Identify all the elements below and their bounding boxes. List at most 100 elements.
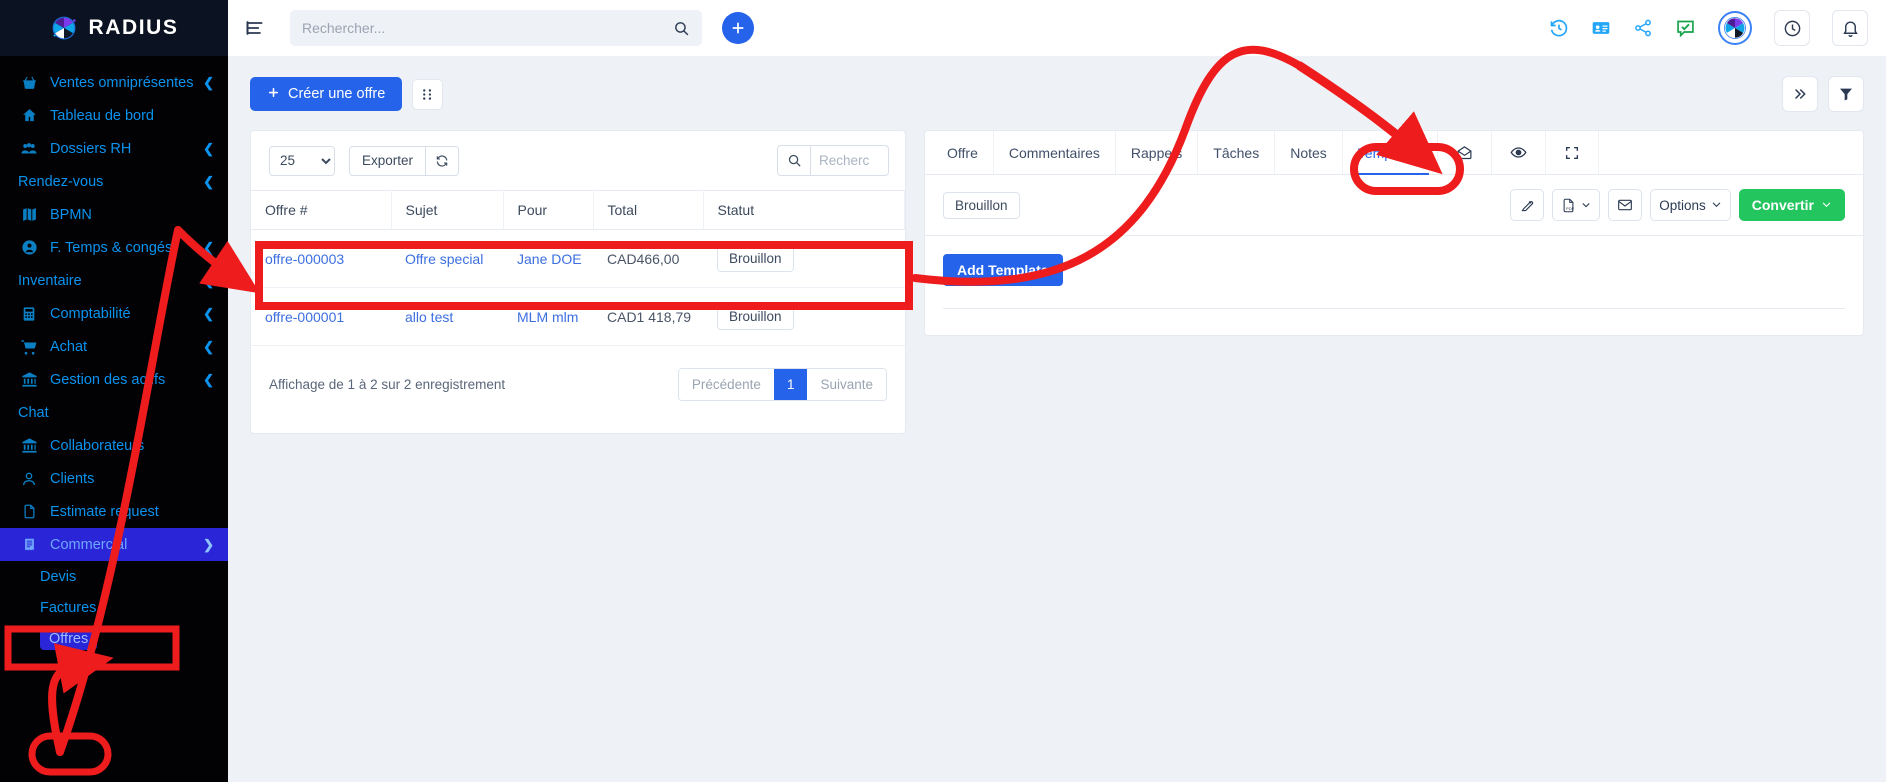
search-icon[interactable] — [777, 145, 811, 176]
share-icon[interactable] — [1633, 18, 1653, 38]
hamburger-icon[interactable] — [242, 15, 268, 41]
offer-link[interactable]: offre-000001 — [265, 309, 344, 325]
add-button[interactable] — [722, 12, 754, 44]
sidebar-item-commercial[interactable]: Commercial ❯ — [0, 528, 228, 561]
table-row[interactable]: offre-000003 Offre special Jane DOE CAD4… — [251, 229, 905, 288]
sidebar-item-tableau-de-bord[interactable]: Tableau de bord — [0, 99, 228, 132]
tab-templates[interactable]: Templates — [1343, 131, 1438, 175]
pagination-prev[interactable]: Précédente — [678, 369, 774, 400]
page-size-select[interactable]: 25 — [269, 145, 335, 176]
search-input[interactable] — [302, 20, 673, 36]
sidebar-item-rendez-vous[interactable]: Rendez-vous ❮ — [0, 165, 228, 198]
tab-rappels[interactable]: Rappels — [1116, 131, 1199, 174]
bell-icon[interactable] — [1832, 10, 1868, 46]
detail-status-badge[interactable]: Brouillon — [943, 191, 1020, 219]
table-row[interactable]: offre-000001 allo test MLM mlm CAD1 418,… — [251, 287, 905, 346]
sidebar-item-label: Clients — [50, 470, 95, 487]
pdf-file-icon[interactable]: PDF — [1552, 189, 1601, 221]
sidebar-subitem-devis[interactable]: Devis — [0, 561, 228, 592]
tab-taches[interactable]: Tâches — [1198, 131, 1276, 174]
clock-icon[interactable] — [1774, 10, 1810, 46]
bank-icon — [18, 371, 40, 388]
grid-icon[interactable] — [412, 78, 444, 110]
pagination-next[interactable]: Suivante — [807, 369, 886, 400]
sidebar-subitem-label: Devis — [40, 568, 77, 585]
cell-sujet: Offre special — [391, 229, 503, 288]
sidebar-item-gestion-des-actifs[interactable]: Gestion des actifs ❮ — [0, 363, 228, 396]
chat-check-icon[interactable] — [1675, 18, 1696, 39]
funnel-icon[interactable] — [1828, 76, 1864, 112]
tab-commentaires[interactable]: Commentaires — [994, 131, 1116, 174]
edit-pencil-icon[interactable] — [1510, 189, 1545, 221]
table-header-row: Offre # Sujet Pour Total Statut — [251, 190, 905, 230]
tab-offre[interactable]: Offre — [925, 131, 994, 174]
sidebar-item-label: Gestion des actifs — [50, 371, 166, 388]
contact-card-icon[interactable] — [1591, 18, 1611, 38]
tab-notes[interactable]: Notes — [1275, 131, 1343, 174]
sidebar-item-achat[interactable]: Achat ❮ — [0, 330, 228, 363]
column-header-offre[interactable]: Offre # — [251, 190, 392, 230]
sidebar-item-collaborateurs[interactable]: Collaborateurs — [0, 429, 228, 462]
chevron-left-icon: ❮ — [203, 173, 214, 189]
envelope-open-icon[interactable] — [1438, 131, 1492, 174]
sidebar-item-clients[interactable]: Clients — [0, 462, 228, 495]
sidebar-item-estimate-request[interactable]: Estimate request — [0, 495, 228, 528]
tab-label: Tâches — [1213, 144, 1260, 161]
status-badge[interactable]: Brouillon — [717, 245, 794, 272]
search-icon[interactable] — [673, 20, 690, 37]
people-icon — [18, 140, 40, 158]
history-icon[interactable] — [1549, 18, 1569, 38]
column-header-pour[interactable]: Pour — [503, 190, 594, 230]
subject-link[interactable]: allo test — [405, 309, 453, 325]
column-header-total[interactable]: Total — [593, 190, 704, 230]
envelope-icon[interactable] — [1608, 189, 1643, 221]
sidebar-item-ventes-omnipresentes[interactable]: Ventes omniprésentes ❮ — [0, 66, 228, 99]
offer-link[interactable]: offre-000003 — [265, 251, 344, 267]
sidebar-subitem-offres[interactable]: Offres — [0, 623, 228, 654]
pagination-info: Affichage de 1 à 2 sur 2 enregistrement — [269, 377, 506, 392]
eye-icon[interactable] — [1492, 131, 1546, 174]
export-button[interactable]: Exporter — [349, 145, 427, 176]
avatar[interactable] — [1718, 11, 1752, 45]
sidebar-item-chat[interactable]: Chat — [0, 396, 228, 429]
customer-link[interactable]: MLM mlm — [517, 309, 578, 325]
global-search[interactable] — [290, 10, 702, 46]
sidebar-item-comptabilite[interactable]: Comptabilité ❮ — [0, 297, 228, 330]
tab-label: Templates — [1357, 144, 1422, 161]
sidebar-nav: Ventes omniprésentes ❮ Tableau de bord D… — [0, 56, 228, 654]
sidebar-item-temps-conges[interactable]: F. Temps & congés ❮ — [0, 231, 228, 264]
column-header-sujet[interactable]: Sujet — [391, 190, 504, 230]
add-template-button[interactable]: Add Template — [943, 254, 1063, 286]
convert-button[interactable]: Convertir — [1738, 189, 1845, 221]
bank-icon — [18, 437, 40, 454]
sidebar-item-dossiers-rh[interactable]: Dossiers RH ❮ — [0, 132, 228, 165]
cell-statut: Brouillon — [703, 287, 905, 346]
create-offer-button[interactable]: Créer une offre — [250, 77, 403, 111]
topbar — [228, 0, 1886, 56]
table-search-input[interactable] — [811, 145, 889, 176]
sidebar-item-bpmn[interactable]: BPMN — [0, 198, 228, 231]
expand-icon[interactable] — [1546, 131, 1599, 174]
cell-pour: Jane DOE — [503, 229, 593, 288]
customer-link[interactable]: Jane DOE — [517, 251, 582, 267]
options-button[interactable]: Options — [1650, 189, 1731, 221]
subject-link[interactable]: Offre special — [405, 251, 483, 267]
status-badge[interactable]: Brouillon — [717, 303, 794, 330]
sidebar-item-label: Commercial — [50, 536, 128, 553]
table-head: Offre # Sujet Pour Total Statut — [251, 190, 905, 230]
person-icon — [18, 471, 40, 487]
refresh-icon[interactable] — [426, 145, 460, 176]
pagination-page-1[interactable]: 1 — [773, 369, 808, 400]
svg-text:PDF: PDF — [1566, 205, 1575, 210]
offer-detail-card: Offre Commentaires Rappels Tâches Notes … — [924, 130, 1864, 336]
sidebar-subitem-factures[interactable]: Factures — [0, 592, 228, 623]
table-body: offre-000003 Offre special Jane DOE CAD4… — [251, 229, 905, 346]
sidebar-item-label: Rendez-vous — [18, 173, 104, 190]
cell-pour: MLM mlm — [503, 287, 593, 346]
basket-icon — [18, 74, 40, 91]
sidebar-item-inventaire[interactable]: Inventaire ❮ — [0, 264, 228, 297]
brand[interactable]: RADIUS — [0, 0, 228, 56]
column-header-statut[interactable]: Statut — [703, 190, 905, 230]
double-chevron-right-icon[interactable] — [1782, 76, 1818, 112]
plus-icon — [267, 86, 280, 103]
